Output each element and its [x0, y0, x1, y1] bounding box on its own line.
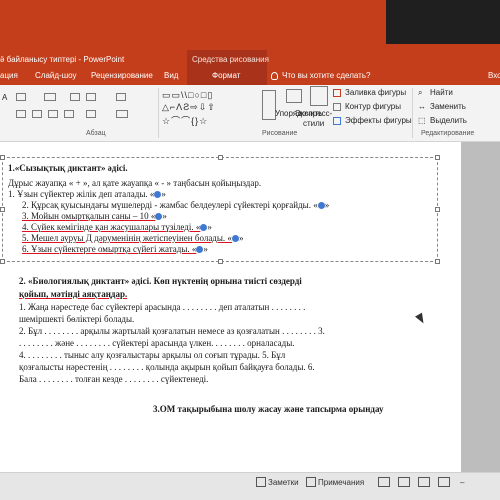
pen-outline-icon: [333, 103, 341, 111]
list-item: 4. Сүйек кемігінде қан жасушалары түзіле…: [22, 222, 212, 232]
body-line: 4. . . . . . . . . тыныс алу қозғалыстар…: [19, 350, 286, 360]
window-title: ӛ байланысу типтері - PowerPoint: [0, 55, 125, 64]
slideshow-icon[interactable]: [438, 477, 450, 487]
editing-group-label: Редактирование: [421, 130, 475, 137]
align-center-icon[interactable]: [32, 110, 42, 118]
comments-button[interactable]: Примечания: [318, 478, 364, 487]
section-3-heading: 3.ОМ тақырыбына шолу жасау және тапсырма…: [153, 404, 384, 414]
drawing-group-label: Рисование: [262, 130, 298, 137]
paragraph-group-label: Абзац: [86, 130, 106, 137]
replace-icon: ↔: [418, 102, 426, 111]
section-1-intro: Дұрыс жауапқа « + », ал қате жауапқа « -…: [8, 178, 262, 188]
shapes-gallery-row-1[interactable]: ▭▭\\□○□▯: [162, 90, 213, 101]
paint-bucket-icon: [333, 89, 341, 97]
decrease-indent-icon[interactable]: [70, 93, 80, 101]
list-item: 5. Мешел ауруы Д дәруменінің жетіспеуіне…: [22, 233, 244, 243]
separator: [158, 88, 159, 138]
notes-icon: [256, 477, 266, 487]
tab-signin[interactable]: Вхо: [488, 71, 500, 80]
tab-animation[interactable]: ация: [0, 71, 18, 80]
body-line: Бала . . . . . . . . толған кезде . . . …: [19, 374, 209, 384]
drawing-tools-label: Средства рисования: [192, 55, 269, 64]
resize-handle[interactable]: [0, 259, 5, 264]
text-direction-icon[interactable]: [116, 110, 128, 118]
section-2-heading-line-1: 2. «Биологиялық диктант» әдісі. Көп нүкт…: [19, 276, 302, 286]
list-item: 6. Ұзын сүйектерге омыртқа сүйегі жатады…: [22, 244, 208, 254]
normal-view-icon[interactable]: [378, 477, 390, 487]
list-item: 3. Мойын омыртқалын саны – 10 «»: [22, 211, 167, 221]
align-right-icon[interactable]: [48, 110, 58, 118]
align-left-icon[interactable]: [16, 110, 26, 118]
tab-slideshow[interactable]: Слайд-шоу: [35, 71, 76, 80]
bullets-icon[interactable]: [16, 93, 26, 101]
replace-button[interactable]: Заменить: [430, 102, 466, 111]
shapes-gallery-row-3[interactable]: ☆⌒⌒{}☆: [162, 114, 208, 127]
font-color-icon[interactable]: A: [2, 93, 7, 102]
resize-handle[interactable]: [218, 155, 223, 160]
justify-icon[interactable]: [64, 110, 74, 118]
quick-styles-icon[interactable]: [310, 86, 328, 106]
zoom-out-icon[interactable]: –: [460, 478, 464, 487]
slide-sorter-icon[interactable]: [398, 477, 410, 487]
select-button[interactable]: Выделить: [430, 116, 467, 125]
answer-marker-icon: [231, 235, 239, 242]
body-line: . . . . . . . . және . . . . . . . . сүй…: [19, 338, 295, 348]
line-spacing-icon[interactable]: [116, 93, 126, 101]
window-overlay: [386, 0, 500, 44]
notes-button[interactable]: Заметки: [268, 478, 299, 487]
answer-marker-icon: [317, 202, 325, 209]
effects-icon: [333, 117, 341, 125]
resize-handle[interactable]: [435, 207, 440, 212]
select-icon: ⬚: [418, 116, 426, 125]
resize-handle[interactable]: [435, 155, 440, 160]
body-line: 2. Бұл . . . . . . . . арқылы жартылай қ…: [19, 326, 325, 336]
shape-fill-button[interactable]: Заливка фигуры: [345, 88, 406, 97]
quick-styles-label-2[interactable]: стили: [303, 119, 324, 128]
tell-me-search[interactable]: Что вы хотите сделать?: [282, 71, 370, 80]
columns-icon[interactable]: [86, 110, 96, 118]
resize-handle[interactable]: [218, 259, 223, 264]
list-item: 1. Ұзын сүйектер жілік деп аталады. «»: [8, 189, 166, 199]
tab-format[interactable]: Формат: [212, 71, 240, 80]
search-icon: ⌕: [418, 88, 423, 97]
section-1-heading: 1.«Сызықтық диктант» әдісі.: [8, 163, 128, 173]
body-line: қозғалысты нәрестенің . . . . . . . . қо…: [19, 362, 315, 372]
body-line: 1. Жаңа нәрестеде бас сүйектері арасында…: [19, 302, 306, 312]
comments-icon: [306, 477, 316, 487]
gallery-scroll-icon[interactable]: [262, 90, 276, 120]
shape-effects-button[interactable]: Эффекты фигуры: [345, 116, 412, 125]
quick-styles-label-1[interactable]: Экспресс-: [295, 109, 332, 118]
body-line: шеміршекті бөліктері болады.: [19, 314, 135, 324]
shape-outline-button[interactable]: Контур фигуры: [345, 102, 401, 111]
section-2-heading-line-2: қойып, мәтінді аяқтаңдар.: [19, 289, 128, 299]
shapes-gallery-row-2[interactable]: △⌐ɅƧ⇨⇩⇧: [162, 102, 216, 113]
increase-indent-icon[interactable]: [86, 93, 96, 101]
lightbulb-icon: [271, 72, 278, 80]
tab-review[interactable]: Рецензирование: [91, 71, 153, 80]
arrange-icon[interactable]: [286, 89, 302, 103]
tab-view[interactable]: Вид: [164, 71, 178, 80]
find-button[interactable]: Найти: [430, 88, 453, 97]
vertical-scrollbar[interactable]: [461, 142, 500, 472]
reading-view-icon[interactable]: [418, 477, 430, 487]
list-item: 2. Құрсақ қуысындағы мүшелерді - жамбас …: [22, 200, 330, 210]
resize-handle[interactable]: [0, 155, 5, 160]
separator: [412, 88, 413, 138]
resize-handle[interactable]: [435, 259, 440, 264]
resize-handle[interactable]: [0, 207, 5, 212]
numbering-icon[interactable]: [44, 93, 56, 101]
